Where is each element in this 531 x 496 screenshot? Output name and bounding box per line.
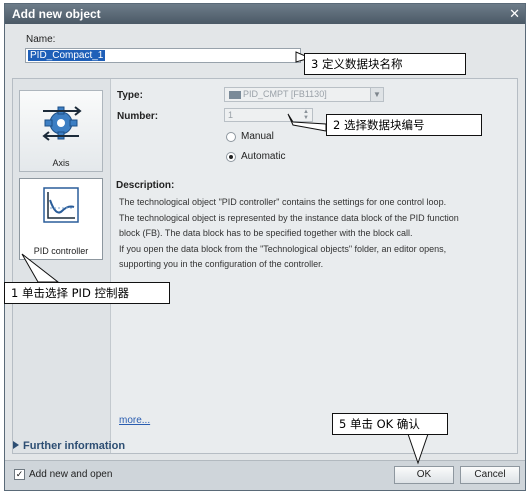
tile-pid-label: PID controller: [33, 246, 89, 256]
dialog-title: Add new object: [12, 7, 101, 21]
number-input[interactable]: 1 ▲ ▼: [224, 108, 313, 122]
cancel-button[interactable]: Cancel: [460, 466, 520, 484]
radio-automatic-dot: [226, 151, 236, 162]
radio-manual-dot: [226, 131, 236, 142]
object-type-list: Axis PID controller: [13, 79, 111, 453]
callout-2-select-block-number: 2 选择数据块编号: [326, 114, 482, 136]
ok-button[interactable]: OK: [394, 466, 454, 484]
further-information-toggle[interactable]: Further information: [13, 440, 125, 452]
description-line: The technological object "PID controller…: [119, 197, 447, 207]
dialog-titlebar: Add new object ✕: [5, 4, 525, 24]
callout-3-define-block-name: 3 定义数据块名称: [304, 53, 466, 75]
close-icon[interactable]: ✕: [509, 6, 520, 22]
number-label: Number:: [117, 111, 159, 122]
axis-gear-icon: [39, 101, 83, 148]
tile-pid-controller[interactable]: PID controller: [19, 178, 103, 260]
further-information-label: Further information: [23, 440, 126, 452]
tile-axis[interactable]: Axis: [19, 90, 103, 172]
radio-automatic[interactable]: Automatic: [226, 151, 285, 162]
name-input-value: PID_Compact_1: [28, 50, 106, 61]
tile-axis-label: Axis: [52, 158, 70, 168]
checkmark-icon: ✓: [14, 469, 25, 480]
block-icon: [229, 90, 241, 99]
callout-1-select-pid: 1 单击选择 PID 控制器: [4, 282, 170, 304]
description-text: The technological object "PID controller…: [119, 195, 511, 273]
chevron-down-icon[interactable]: ▼: [370, 88, 383, 101]
radio-manual-label: Manual: [241, 131, 274, 142]
description-line: block (FB). The data block has to be spe…: [119, 228, 413, 238]
description-title: Description:: [116, 180, 175, 191]
spinner-arrows-icon[interactable]: ▲ ▼: [301, 109, 311, 121]
description-line: The technological object is represented …: [119, 212, 459, 223]
pid-controller-icon: [43, 187, 79, 226]
more-link[interactable]: more...: [119, 415, 150, 426]
description-line: supporting you in the configuration of t…: [119, 259, 324, 269]
type-label: Type:: [117, 90, 143, 101]
name-label: Name:: [26, 34, 56, 45]
type-select[interactable]: PID_CMPT [FB1130] ▼: [224, 87, 384, 102]
dialog-footer: ✓ Add new and open OK Cancel: [5, 460, 525, 490]
description-line: If you open the data block from the "Tec…: [119, 243, 447, 254]
number-input-value: 1: [228, 110, 234, 120]
expand-arrow-icon: [13, 441, 19, 449]
name-input[interactable]: PID_Compact_1: [25, 48, 301, 63]
type-select-value: PID_CMPT [FB1130]: [243, 89, 327, 99]
add-new-and-open-checkbox[interactable]: ✓ Add new and open: [14, 469, 112, 480]
callout-5-click-ok: 5 单击 OK 确认: [332, 413, 448, 435]
add-new-and-open-label: Add new and open: [29, 469, 113, 480]
radio-manual[interactable]: Manual: [226, 131, 274, 142]
radio-automatic-label: Automatic: [241, 151, 286, 162]
